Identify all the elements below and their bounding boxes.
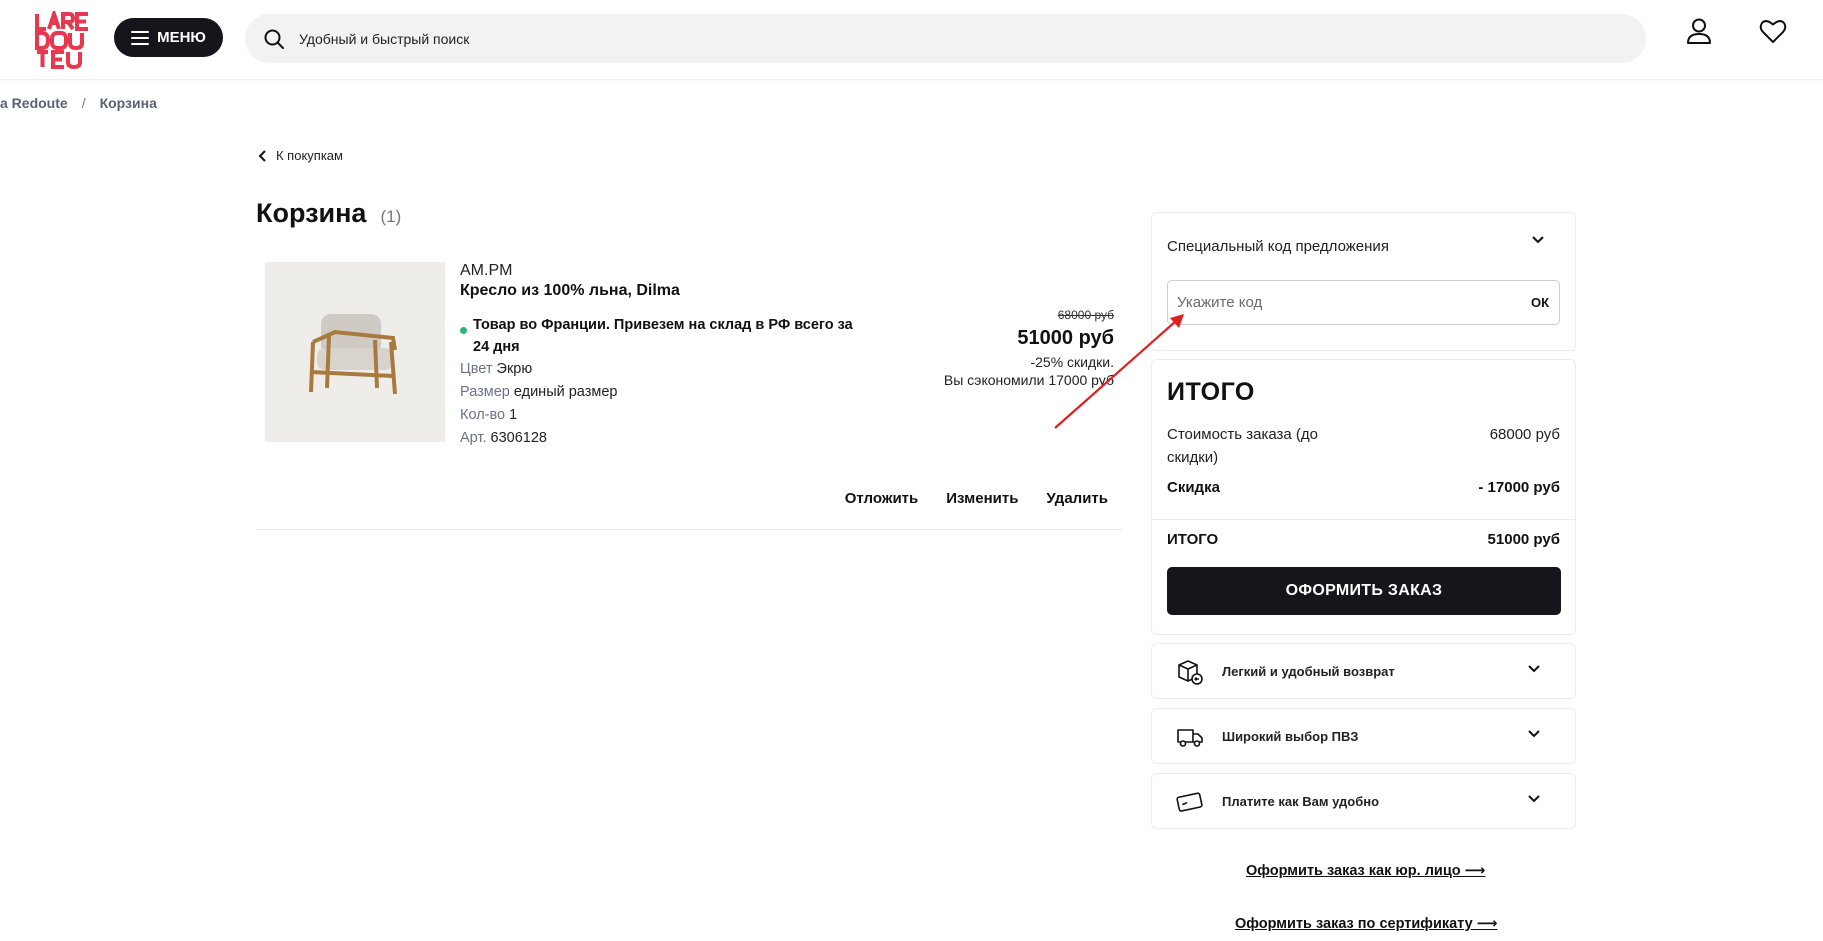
total-value: 51000 руб	[1487, 531, 1560, 548]
discount-row: Скидка - 17000 руб	[1167, 476, 1560, 499]
product-size: Размер единый размер	[460, 381, 860, 404]
breadcrumb-home[interactable]: a Redoute	[0, 95, 68, 111]
total-row: ИТОГО 51000 руб	[1167, 519, 1560, 551]
hamburger-icon	[131, 30, 150, 45]
size-value: единый размер	[513, 384, 618, 400]
discount-value: - 17000 руб	[1478, 479, 1560, 496]
payment-info-card[interactable]: Платите как Вам удобно	[1151, 773, 1576, 829]
promo-ok-button[interactable]: ОК	[1521, 295, 1559, 310]
art-value: 6306128	[490, 430, 547, 446]
chevron-down-icon[interactable]	[1531, 235, 1545, 245]
armchair-image	[309, 314, 397, 395]
search-icon	[264, 29, 284, 49]
discount-label: Скидка	[1167, 479, 1220, 496]
art-label: Арт.	[460, 430, 487, 446]
account-icon[interactable]	[1684, 16, 1714, 46]
return-box-icon	[1178, 660, 1203, 685]
change-button[interactable]: Изменить	[946, 490, 1018, 507]
legal-entity-order-link[interactable]: Оформить заказ как юр. лицо ⟶	[1246, 863, 1485, 879]
delivery-text: Товар во Франции. Привезем на склад в РФ…	[473, 317, 853, 355]
search-bar[interactable]	[245, 14, 1646, 63]
product-info: AM.PM Кресло из 100% льна, Dilma Товар в…	[460, 262, 860, 450]
certificate-order-link[interactable]: Оформить заказ по сертификату ⟶	[1235, 916, 1498, 932]
divider	[256, 529, 1122, 530]
payment-label: Платите как Вам удобно	[1222, 794, 1380, 809]
product-brand[interactable]: AM.PM	[460, 262, 860, 280]
order-cost-value: 68000 руб	[1489, 426, 1560, 443]
product-actions: Отложить Изменить Удалить	[845, 490, 1108, 507]
qty-value: 1	[509, 407, 518, 423]
order-cost-row: Стоимость заказа (до скидки) 68000 руб	[1167, 423, 1560, 469]
product-name[interactable]: Кресло из 100% льна, Dilma	[460, 282, 860, 300]
promo-code-input[interactable]	[1177, 294, 1521, 311]
breadcrumb: a Redoute / Корзина	[0, 95, 157, 111]
product-qty: Кол-во 1	[460, 404, 860, 427]
chevron-down-icon	[1528, 795, 1540, 803]
breadcrumb-separator: /	[81, 95, 86, 111]
product-image[interactable]	[265, 262, 445, 442]
order-cost-label: Стоимость заказа (до скидки)	[1167, 426, 1319, 466]
chevron-left-icon	[258, 149, 266, 162]
back-link-label: К покупкам	[276, 148, 343, 163]
red-annotation-arrow	[1054, 314, 1184, 429]
search-input[interactable]	[299, 30, 1599, 47]
header: МЕНЮ	[0, 0, 1823, 80]
product-article: Арт. 6306128	[460, 427, 860, 450]
checkout-button[interactable]: ОФОРМИТЬ ЗАКАЗ	[1167, 567, 1561, 615]
total-label: ИТОГО	[1167, 531, 1219, 548]
qty-label: Кол-во	[460, 407, 506, 423]
promo-title[interactable]: Специальный код предложения	[1167, 238, 1389, 255]
pickup-label: Широкий выбор ПВЗ	[1222, 729, 1359, 744]
order-summary-card: ИТОГО Стоимость заказа (до скидки) 68000…	[1151, 359, 1576, 635]
delivery-notice: Товар во Франции. Привезем на склад в РФ…	[460, 314, 860, 358]
returns-label: Легкий и удобный возврат	[1222, 664, 1395, 679]
delete-button[interactable]: Удалить	[1046, 490, 1108, 507]
chevron-down-icon	[1528, 730, 1540, 738]
promo-code-card: Специальный код предложения ОК	[1151, 212, 1576, 351]
truck-icon	[1177, 729, 1203, 747]
page-title: Корзина (1)	[256, 198, 401, 229]
cart-title: Корзина	[256, 198, 367, 228]
menu-button[interactable]: МЕНЮ	[114, 18, 223, 57]
la-redoute-logo[interactable]	[34, 7, 92, 70]
breadcrumb-current[interactable]: Корзина	[100, 95, 157, 111]
chevron-down-icon	[1528, 665, 1540, 673]
menu-label: МЕНЮ	[157, 29, 206, 46]
favorites-heart-icon[interactable]	[1758, 16, 1788, 46]
color-label: Цвет	[460, 361, 493, 377]
pickup-info-card[interactable]: Широкий выбор ПВЗ	[1151, 708, 1576, 764]
size-label: Размер	[460, 384, 510, 400]
cart-count: (1)	[380, 207, 402, 226]
credit-card-icon	[1176, 792, 1203, 812]
postpone-button[interactable]: Отложить	[845, 490, 919, 507]
color-value: Экрю	[496, 361, 533, 377]
product-color: Цвет Экрю	[460, 358, 860, 381]
promo-field: ОК	[1167, 280, 1560, 325]
back-to-shopping-link[interactable]: К покупкам	[258, 148, 343, 163]
status-dot	[460, 327, 467, 334]
returns-info-card[interactable]: Легкий и удобный возврат	[1151, 643, 1576, 699]
